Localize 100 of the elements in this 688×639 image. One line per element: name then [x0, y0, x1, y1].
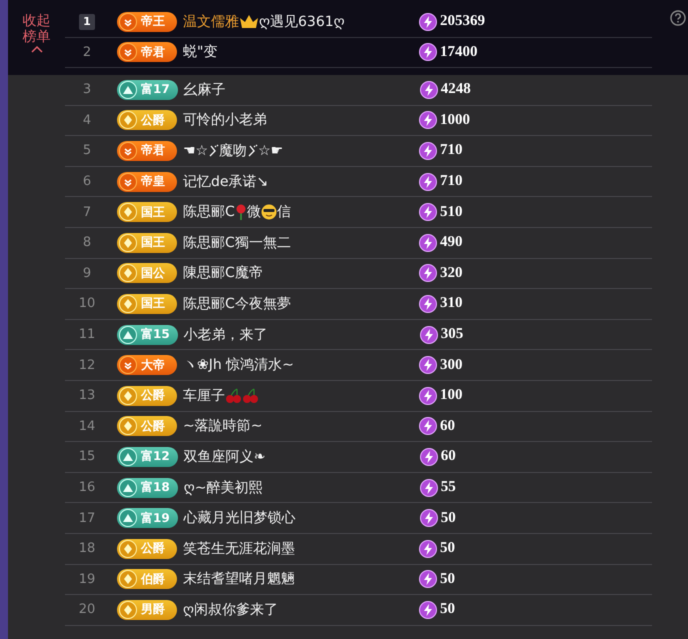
collapse-ranking-button[interactable]: 收起榜单 [20, 7, 52, 53]
lightning-coin-icon [419, 570, 437, 588]
user-name: 微 [246, 203, 261, 222]
level-badge: 富17 [117, 80, 178, 100]
badge-emblem-icon [119, 80, 137, 99]
level-badge: 国王 [117, 232, 177, 253]
level-badge: 国王 [117, 294, 177, 314]
rose-icon [234, 204, 247, 220]
lightning-coin-icon [419, 234, 437, 252]
lightning-coin-icon [419, 540, 437, 558]
rank-number: 17 [78, 510, 96, 526]
user-name: 车厘子 [183, 386, 225, 405]
contribution-value: 205369 [440, 13, 485, 30]
badge-emblem-icon [119, 417, 137, 436]
level-badge: 男爵 [117, 600, 177, 620]
level-badge: 公爵 [117, 386, 177, 406]
user-name: 幺麻子 [184, 80, 226, 99]
level-badge: 富19 [117, 508, 178, 528]
user-name: 温文儒雅 [183, 12, 239, 31]
badge-emblem-icon [119, 570, 137, 588]
crown-icon [239, 14, 259, 30]
lightning-coin-icon [419, 12, 437, 31]
lightning-coin-icon [419, 264, 437, 282]
rank-number: 8 [82, 235, 92, 250]
badge-emblem-icon [119, 234, 137, 252]
user-name: 可怜的小老弟 [183, 111, 267, 130]
user-name: 信 [276, 203, 291, 222]
user-name: 蜕"变 [183, 43, 218, 62]
user-name: 记忆de承诺↘ [183, 172, 268, 191]
badge-emblem-icon [119, 12, 137, 31]
rank-number: 2 [82, 44, 92, 60]
lightning-coin-icon [419, 386, 437, 405]
contribution-value: 50 [440, 601, 455, 618]
badge-emblem-icon [119, 448, 137, 466]
sunglasses-face-icon [260, 204, 277, 220]
lightning-coin-icon [420, 80, 438, 99]
contribution-value: 17400 [440, 44, 478, 61]
user-name: ヽ❀Jh 惊鸿清水~ [183, 356, 294, 374]
user-name: 陳思郦C魔帝 [183, 264, 263, 282]
lightning-coin-icon [419, 294, 437, 313]
level-badge: 富12 [117, 446, 178, 467]
rank-number: 5 [82, 143, 92, 158]
squiggle-mark-icon [208, 144, 220, 158]
rank-number: 10 [78, 296, 96, 312]
lightning-coin-icon [420, 448, 438, 466]
level-badge: 帝君 [117, 140, 177, 161]
level-badge: 公爵 [117, 416, 177, 436]
rank-number: 11 [78, 327, 96, 342]
rank-number: 16 [78, 480, 96, 496]
lightning-coin-icon [419, 203, 437, 222]
contribution-value: 50 [440, 570, 455, 588]
rank-number: 3 [82, 82, 92, 98]
contribution-value: 710 [440, 142, 462, 160]
user-name: ღ闲叔你爹来了 [183, 600, 278, 619]
user-name: ~落詤時節~ [183, 417, 262, 436]
user-name: 笑苍生无涯花涧墨 [183, 540, 295, 558]
squiggle-mark-icon [247, 144, 258, 158]
level-badge: 帝皇 [117, 172, 177, 192]
rank-number: 6 [82, 174, 92, 190]
contribution-value: 60 [440, 418, 455, 435]
rank-number: 15 [78, 449, 96, 464]
user-name: 魔吻 [219, 142, 248, 160]
badge-emblem-icon [119, 172, 137, 191]
rank-number: 12 [78, 358, 96, 373]
lightning-coin-icon [420, 509, 438, 528]
user-name: ☆☛ [258, 142, 284, 159]
badge-emblem-icon [119, 509, 137, 528]
user-name: ☚☆ [183, 142, 208, 159]
contribution-value: 1000 [440, 112, 470, 129]
rank-number: 7 [82, 204, 92, 220]
user-name: 末结耆望啫月魍魎 [183, 570, 295, 588]
help-icon[interactable] [670, 10, 686, 26]
badge-emblem-icon [119, 478, 137, 497]
user-name: 双鱼座阿义❧ [184, 448, 266, 466]
badge-emblem-icon [119, 600, 137, 619]
badge-emblem-icon [119, 540, 137, 558]
contribution-value: 100 [440, 387, 462, 404]
user-name: 陈思郦C今夜無夢 [183, 294, 291, 313]
contribution-value: 310 [440, 295, 462, 312]
lightning-coin-icon [419, 172, 437, 191]
level-badge: 国王 [117, 202, 177, 222]
rank-number: 14 [78, 418, 96, 434]
level-badge: 公爵 [117, 538, 177, 559]
level-badge: 伯爵 [117, 569, 177, 590]
user-name: 陈思郦C獨一無二 [183, 234, 291, 252]
badge-emblem-icon [119, 264, 137, 282]
contribution-value: 305 [440, 326, 464, 344]
contribution-value: 50 [440, 510, 456, 527]
lightning-coin-icon [419, 600, 437, 619]
contribution-value: 60 [440, 448, 456, 466]
level-badge: 帝君 [117, 42, 177, 62]
lightning-coin-icon [419, 417, 437, 436]
cherry-icon [225, 388, 242, 404]
rank-number: 13 [78, 388, 96, 404]
lightning-coin-icon [419, 43, 437, 62]
rank-number: 9 [82, 266, 92, 281]
level-badge: 富18 [117, 478, 178, 498]
rank-number: 18 [78, 541, 96, 556]
contribution-value: 50 [440, 540, 455, 558]
rank-number: 20 [78, 602, 96, 618]
